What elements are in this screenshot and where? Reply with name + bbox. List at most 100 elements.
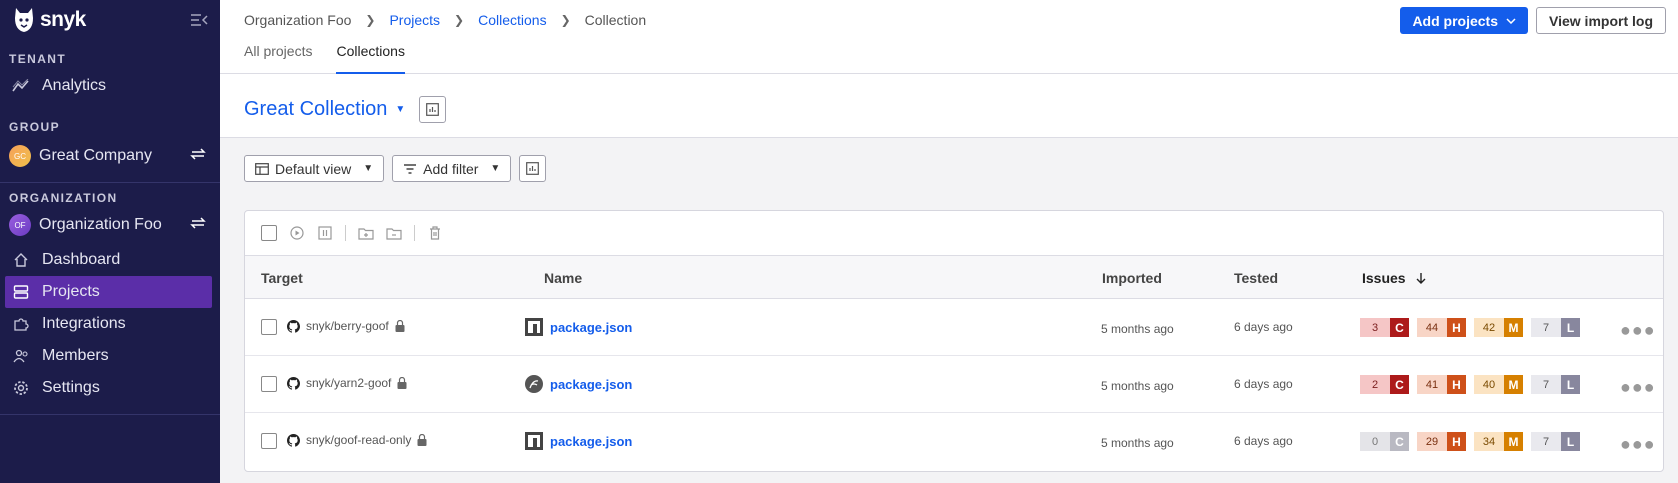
add-projects-button[interactable]: Add projects [1400, 7, 1529, 34]
column-name[interactable]: Name [544, 270, 582, 286]
puzzle-icon [12, 315, 30, 333]
group-label: GROUP [9, 120, 61, 134]
issues-cell: 0C 29 H 34 M 7L [1360, 432, 1588, 451]
project-name-link[interactable]: package.json [550, 377, 632, 392]
sidebar-brand: snyk [0, 0, 220, 40]
project-name-link[interactable]: package.json [550, 320, 632, 335]
select-all-checkbox[interactable] [261, 225, 277, 241]
sidebar-item-settings[interactable]: Settings [0, 372, 220, 404]
trash-icon[interactable] [427, 225, 443, 241]
row-checkbox[interactable] [261, 376, 277, 392]
collapse-sidebar-icon[interactable] [190, 13, 208, 27]
analytics-icon [12, 77, 30, 95]
pause-icon[interactable] [317, 225, 333, 241]
breadcrumb-org[interactable]: Organization Foo [244, 12, 351, 28]
caret-down-icon: ▼ [395, 104, 406, 115]
chart-toggle-button[interactable] [419, 96, 447, 123]
row-checkbox[interactable] [261, 433, 277, 449]
table-row[interactable]: snyk/yarn2-goof package.json 5 months ag… [245, 356, 1663, 413]
snyk-logo[interactable]: snyk [12, 6, 86, 34]
sidebar-item-integrations[interactable]: Integrations [0, 308, 220, 340]
column-tested[interactable]: Tested [1234, 270, 1278, 286]
column-issues[interactable]: Issues [1362, 270, 1426, 286]
tested-cell: 6 days ago [1234, 434, 1293, 448]
filter-bar: Default view ▼ Add filter ▼ [244, 155, 547, 182]
breadcrumb-projects[interactable]: Projects [389, 12, 440, 28]
switch-icon[interactable] [190, 147, 206, 165]
chart-icon [526, 162, 540, 175]
collection-titlebar: Great Collection ▼ [220, 74, 1678, 138]
tab-collections[interactable]: Collections [336, 43, 405, 74]
lock-icon [397, 377, 407, 389]
add-filter-button[interactable]: Add filter ▼ [392, 155, 512, 182]
row-checkbox[interactable] [261, 319, 277, 335]
tested-cell: 6 days ago [1234, 377, 1293, 391]
org-name: Organization Foo [39, 216, 162, 233]
add-projects-label: Add projects [1412, 12, 1499, 29]
critical-badge[interactable]: 2C [1360, 375, 1409, 394]
gear-icon [12, 379, 30, 397]
sidebar-item-dashboard[interactable]: Dashboard [0, 244, 220, 276]
caret-down-icon: ▼ [490, 163, 501, 174]
table-row[interactable]: snyk/berry-goof package.json 5 months ag… [245, 299, 1663, 356]
lock-icon [395, 320, 405, 332]
more-options-icon[interactable]: ●●● [1620, 434, 1656, 455]
header-actions: Add projects View import log [1400, 7, 1666, 34]
low-badge[interactable]: 7L [1531, 375, 1580, 394]
name-cell: package.json [524, 374, 632, 394]
target-name[interactable]: snyk/yarn2-goof [306, 376, 391, 390]
npm-icon [525, 432, 543, 450]
play-icon[interactable] [289, 225, 305, 241]
sidebar-item-label: Analytics [42, 77, 107, 94]
column-target[interactable]: Target [261, 270, 303, 286]
group-avatar: GC [9, 145, 31, 167]
folder-add-icon[interactable] [358, 225, 374, 241]
target-cell: snyk/yarn2-goof [287, 376, 407, 390]
critical-badge[interactable]: 3C [1360, 318, 1409, 337]
table-row[interactable]: snyk/goof-read-only package.json 5 month… [245, 413, 1663, 470]
filter-chart-button[interactable] [519, 155, 547, 182]
add-filter-label: Add filter [423, 160, 479, 177]
tenant-label: TENANT [9, 52, 67, 66]
sidebar-item-label: Members [42, 347, 109, 364]
more-options-icon[interactable]: ●●● [1620, 320, 1656, 341]
folder-remove-icon[interactable] [386, 225, 402, 241]
target-cell: snyk/berry-goof [287, 319, 405, 333]
org-switcher[interactable]: OF Organization Foo [0, 209, 220, 241]
caret-down-icon: ▼ [363, 163, 374, 174]
sidebar-item-members[interactable]: Members [0, 340, 220, 372]
low-badge[interactable]: 7L [1531, 318, 1580, 337]
github-icon [287, 433, 300, 447]
default-view-button[interactable]: Default view ▼ [244, 155, 385, 182]
tab-all-projects[interactable]: All projects [244, 43, 312, 74]
high-badge[interactable]: 29 H [1417, 432, 1466, 451]
critical-badge[interactable]: 0C [1360, 432, 1409, 451]
more-options-icon[interactable]: ●●● [1620, 377, 1656, 398]
medium-badge[interactable]: 42 M [1474, 318, 1523, 337]
collection-title-dropdown[interactable]: Great Collection ▼ [244, 96, 447, 123]
collection-title: Great Collection [244, 98, 388, 120]
low-badge[interactable]: 7L [1531, 432, 1580, 451]
project-name-link[interactable]: package.json [550, 434, 632, 449]
target-name[interactable]: snyk/berry-goof [306, 319, 389, 333]
projects-icon [12, 283, 30, 301]
target-name[interactable]: snyk/goof-read-only [306, 433, 411, 447]
toolbar-divider [345, 225, 346, 241]
high-badge[interactable]: 44 H [1417, 318, 1466, 337]
sidebar-item-projects[interactable]: Projects [5, 276, 212, 308]
medium-badge[interactable]: 34 M [1474, 432, 1523, 451]
github-icon [287, 376, 300, 390]
column-imported[interactable]: Imported [1102, 270, 1162, 286]
sidebar-item-analytics[interactable]: Analytics [0, 70, 220, 102]
tabs: All projects Collections [244, 43, 405, 74]
name-cell: package.json [524, 317, 632, 337]
target-cell: snyk/goof-read-only [287, 433, 427, 447]
high-badge[interactable]: 41 H [1417, 375, 1466, 394]
group-switcher[interactable]: GC Great Company [0, 140, 220, 172]
imported-cell: 5 months ago [1101, 379, 1174, 393]
view-import-log-button[interactable]: View import log [1536, 7, 1666, 34]
breadcrumb-collections[interactable]: Collections [478, 12, 546, 28]
chart-icon [426, 103, 440, 116]
switch-icon[interactable] [190, 216, 206, 234]
medium-badge[interactable]: 40 M [1474, 375, 1523, 394]
